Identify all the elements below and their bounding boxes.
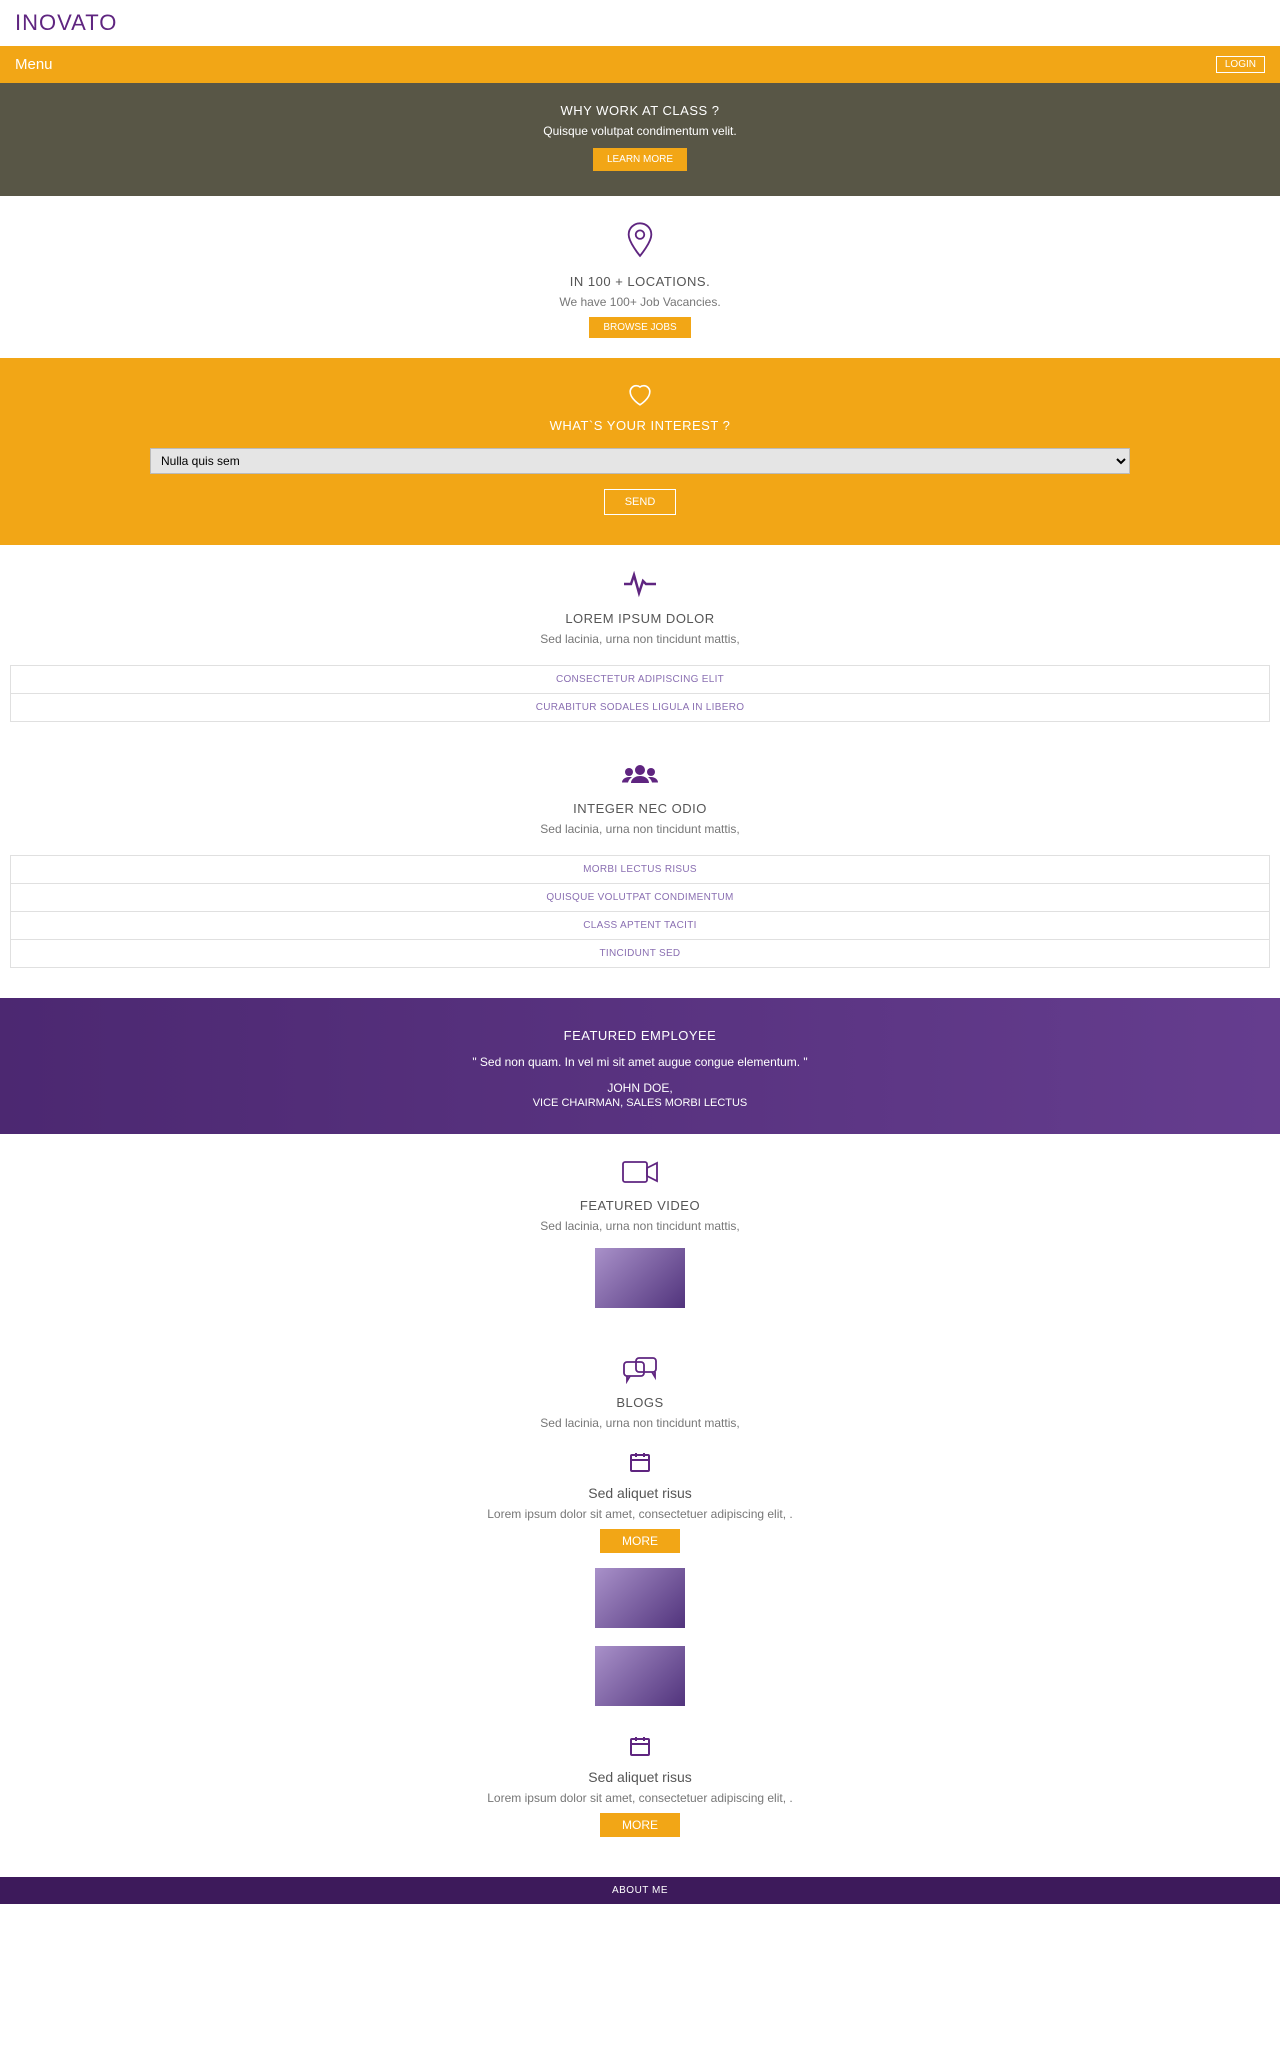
- blog-post-desc: Lorem ipsum dolor sit amet, consectetuer…: [0, 1791, 1280, 1805]
- lorem2-section: INTEGER NEC ODIO Sed lacinia, urna non t…: [0, 752, 1280, 836]
- list-item[interactable]: CONSECTETUR ADIPISCING ELIT: [10, 665, 1270, 694]
- navbar: Menu LOGIN: [0, 46, 1280, 83]
- video-icon: [621, 1159, 659, 1185]
- video-section: FEATURED VIDEO Sed lacinia, urna non tin…: [0, 1134, 1280, 1331]
- hero-section: WHY WORK AT CLASS ? Quisque volutpat con…: [0, 83, 1280, 196]
- send-button[interactable]: SEND: [604, 489, 677, 515]
- chat-icon: [622, 1356, 658, 1384]
- interest-select[interactable]: Nulla quis sem: [150, 448, 1130, 474]
- lorem2-subtitle: Sed lacinia, urna non tincidunt mattis,: [0, 822, 1280, 836]
- featured-employee-section: FEATURED EMPLOYEE " Sed non quam. In vel…: [0, 998, 1280, 1134]
- menu-toggle[interactable]: Menu: [15, 56, 53, 73]
- interest-section: WHAT`S YOUR INTEREST ? Nulla quis sem SE…: [0, 358, 1280, 545]
- map-pin-icon: [623, 221, 657, 261]
- blog-thumbnail[interactable]: [595, 1646, 685, 1706]
- calendar-icon: [628, 1734, 652, 1758]
- blogs-subtitle: Sed lacinia, urna non tincidunt mattis,: [0, 1416, 1280, 1430]
- blog-thumbnail[interactable]: [595, 1568, 685, 1628]
- list-item[interactable]: TINCIDUNT SED: [10, 939, 1270, 968]
- blogs-heading: BLOGS: [0, 1395, 1280, 1410]
- browse-jobs-button[interactable]: BROWSE JOBS: [589, 317, 690, 338]
- featured-title: VICE CHAIRMAN, SALES MORBI LECTUS: [0, 1097, 1280, 1109]
- heart-icon: [626, 383, 654, 407]
- list-item[interactable]: QUISQUE VOLUTPAT CONDIMENTUM: [10, 883, 1270, 912]
- lorem1-list: CONSECTETUR ADIPISCING ELIT CURABITUR SO…: [10, 665, 1270, 722]
- hero-title: WHY WORK AT CLASS ?: [0, 103, 1280, 118]
- video-thumbnail[interactable]: [595, 1248, 685, 1308]
- team-icon: [620, 762, 660, 788]
- blog-post-title: Sed aliquet risus: [0, 1769, 1280, 1785]
- learn-more-button[interactable]: LEARN MORE: [593, 148, 687, 171]
- list-item[interactable]: CLASS APTENT TACITI: [10, 911, 1270, 940]
- video-subtitle: Sed lacinia, urna non tincidunt mattis,: [0, 1219, 1280, 1233]
- blogs-section: BLOGS Sed lacinia, urna non tincidunt ma…: [0, 1331, 1280, 1857]
- blog-post-desc: Lorem ipsum dolor sit amet, consectetuer…: [0, 1507, 1280, 1521]
- video-heading: FEATURED VIDEO: [0, 1198, 1280, 1213]
- locations-title: IN 100 + LOCATIONS.: [0, 274, 1280, 289]
- featured-name: JOHN DOE,: [0, 1081, 1280, 1095]
- hero-subtitle: Quisque volutpat condimentum velit.: [0, 124, 1280, 138]
- blog-more-button[interactable]: MORE: [600, 1813, 680, 1837]
- locations-section: IN 100 + LOCATIONS. We have 100+ Job Vac…: [0, 196, 1280, 358]
- list-item[interactable]: CURABITUR SODALES LIGULA IN LIBERO: [10, 693, 1270, 722]
- interest-title: WHAT`S YOUR INTEREST ?: [0, 418, 1280, 433]
- blog-more-button[interactable]: MORE: [600, 1529, 680, 1553]
- blog-post-title: Sed aliquet risus: [0, 1485, 1280, 1501]
- lorem2-list: MORBI LECTUS RISUS QUISQUE VOLUTPAT COND…: [10, 855, 1270, 968]
- lorem1-section: LOREM IPSUM DOLOR Sed lacinia, urna non …: [0, 545, 1280, 646]
- featured-heading: FEATURED EMPLOYEE: [0, 1028, 1280, 1043]
- brand-logo[interactable]: INOVATO: [15, 10, 1265, 36]
- footer: ABOUT ME: [0, 1877, 1280, 1904]
- lorem1-subtitle: Sed lacinia, urna non tincidunt mattis,: [0, 632, 1280, 646]
- login-button[interactable]: LOGIN: [1216, 56, 1265, 73]
- locations-subtitle: We have 100+ Job Vacancies.: [0, 295, 1280, 309]
- lorem2-title: INTEGER NEC ODIO: [0, 801, 1280, 816]
- pulse-icon: [622, 570, 658, 598]
- calendar-icon: [628, 1450, 652, 1474]
- lorem1-title: LOREM IPSUM DOLOR: [0, 611, 1280, 626]
- featured-quote: " Sed non quam. In vel mi sit amet augue…: [0, 1055, 1280, 1069]
- footer-about[interactable]: ABOUT ME: [612, 1885, 668, 1896]
- list-item[interactable]: MORBI LECTUS RISUS: [10, 855, 1270, 884]
